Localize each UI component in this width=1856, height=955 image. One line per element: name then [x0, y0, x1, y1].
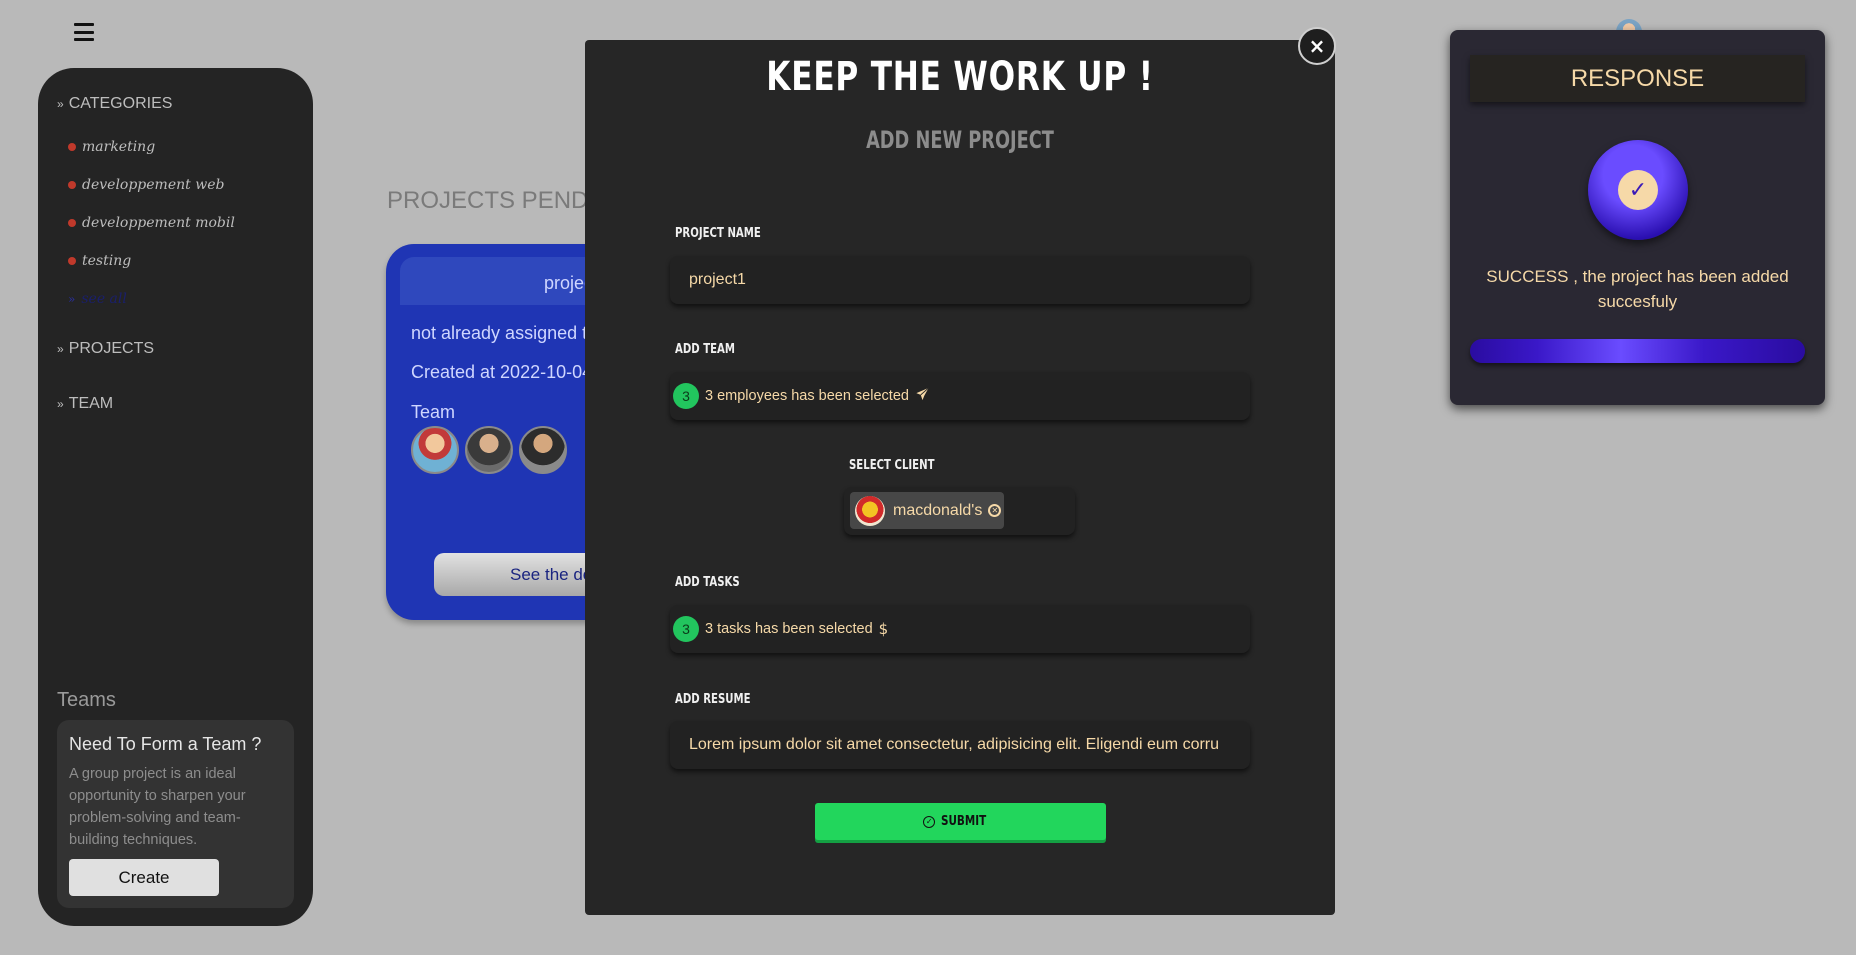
- chevron-right-icon: »: [57, 342, 64, 356]
- bullet-icon: [68, 143, 76, 151]
- form-team-title: Need To Form a Team ?: [69, 734, 262, 754]
- remove-client-icon[interactable]: ✕: [988, 504, 1002, 517]
- category-label: developpement web: [82, 177, 225, 193]
- projects-label: PROJECTS: [68, 340, 155, 357]
- avatar: [519, 426, 567, 474]
- team-selection-text: 3 employees has been selected: [705, 388, 909, 404]
- category-list: marketing developpement web developpemen…: [68, 128, 235, 318]
- categories-header[interactable]: » CATEGORIES: [57, 95, 172, 113]
- team-avatars: [411, 426, 567, 474]
- avatar: [465, 426, 513, 474]
- client-name: macdonald's: [893, 501, 983, 519]
- check-icon: ✓: [1618, 170, 1658, 210]
- menu-icon[interactable]: [74, 23, 94, 41]
- category-label: developpement mobil: [82, 215, 235, 231]
- team-count-badge: 3: [673, 383, 699, 409]
- project-name-label: PROJECT NAME: [675, 226, 761, 241]
- project-name-value: project1: [689, 271, 746, 288]
- category-item[interactable]: testing: [68, 242, 235, 280]
- response-title: RESPONSE: [1470, 55, 1805, 102]
- client-chip[interactable]: macdonald's ✕: [850, 492, 1004, 529]
- add-project-modal: KEEP THE WORK UP ! ADD NEW PROJECT PROJE…: [585, 40, 1335, 915]
- sidebar-item-projects[interactable]: » PROJECTS: [57, 340, 154, 358]
- project-name-field[interactable]: project1: [670, 256, 1250, 304]
- project-team-label: Team: [411, 402, 456, 422]
- response-progress-fill: [1470, 339, 1805, 363]
- add-tasks-label: ADD TASKS: [675, 575, 740, 590]
- bullet-icon: [68, 181, 76, 189]
- projects-pending-title: PROJECTS PENDIN: [387, 187, 613, 214]
- form-team-card: Need To Form a Team ? A group project is…: [57, 720, 294, 908]
- close-modal-button[interactable]: ×: [1298, 27, 1336, 65]
- category-item[interactable]: developpement web: [68, 166, 235, 204]
- submit-button[interactable]: ✓ SUBMIT: [815, 803, 1106, 840]
- add-team-label: ADD TEAM: [675, 342, 735, 357]
- modal-title: KEEP THE WORK UP !: [766, 54, 1154, 100]
- submit-label: SUBMIT: [941, 814, 987, 829]
- teams-title: Teams: [57, 689, 116, 711]
- add-team-field[interactable]: 3 3 employees has been selected: [670, 372, 1250, 420]
- category-item[interactable]: marketing: [68, 128, 235, 166]
- chevron-right-icon: »: [57, 397, 64, 411]
- project-created-date: Created at 2022-10-04: [411, 362, 593, 382]
- category-label: testing: [82, 253, 132, 269]
- category-item[interactable]: developpement mobil: [68, 204, 235, 242]
- client-logo-icon: [855, 495, 885, 526]
- team-label: TEAM: [68, 395, 114, 412]
- bullet-icon: [68, 219, 76, 227]
- paper-plane-icon: [915, 387, 930, 405]
- check-circle-icon: ✓: [923, 815, 936, 828]
- category-label: marketing: [82, 139, 156, 155]
- chevron-down-icon: »: [57, 97, 64, 111]
- tasks-selection-text: 3 tasks has been selected: [705, 621, 873, 637]
- resume-value: Lorem ipsum dolor sit amet consectetur, …: [689, 736, 1220, 753]
- category-label: see all: [81, 291, 127, 307]
- dollar-icon: $: [878, 620, 889, 638]
- categories-label: CATEGORIES: [68, 95, 173, 112]
- select-client-label: SELECT CLIENT: [849, 458, 935, 473]
- category-item-see-all[interactable]: » see all: [68, 280, 235, 318]
- select-client-field[interactable]: macdonald's ✕: [844, 487, 1075, 535]
- tasks-count-badge: 3: [673, 616, 699, 642]
- sidebar-item-team[interactable]: » TEAM: [57, 395, 113, 413]
- response-progress-bar: [1470, 339, 1805, 363]
- add-tasks-field[interactable]: 3 3 tasks has been selected $: [670, 605, 1250, 653]
- add-resume-label: ADD RESUME: [675, 692, 751, 707]
- add-resume-field[interactable]: Lorem ipsum dolor sit amet consectetur, …: [670, 721, 1250, 769]
- sidebar: » CATEGORIES marketing developpement web…: [38, 68, 313, 926]
- project-assigned-status: not already assigned to: [411, 323, 598, 343]
- success-badge: ✓: [1588, 140, 1688, 240]
- response-panel: RESPONSE ✓ SUCCESS , the project has bee…: [1450, 30, 1825, 405]
- modal-subtitle: ADD NEW PROJECT: [866, 126, 1054, 154]
- bullet-icon: [68, 257, 76, 265]
- chevron-right-icon: »: [68, 292, 76, 306]
- form-team-description: A group project is an ideal opportunity …: [69, 766, 246, 848]
- avatar: [411, 426, 459, 474]
- create-team-button[interactable]: Create: [69, 859, 219, 896]
- response-message: SUCCESS , the project has been added suc…: [1486, 267, 1789, 311]
